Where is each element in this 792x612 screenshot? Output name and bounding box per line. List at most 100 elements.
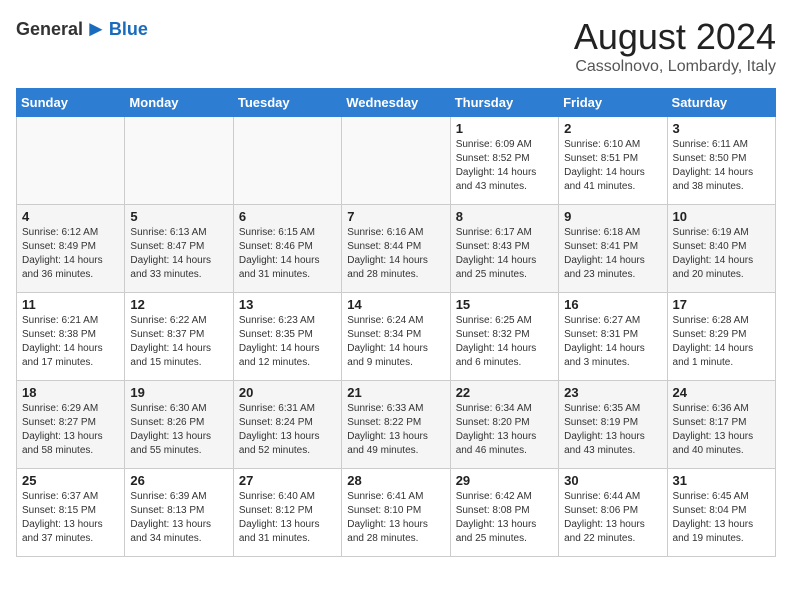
day-info: Sunrise: 6:21 AM Sunset: 8:38 PM Dayligh… xyxy=(22,314,119,370)
calendar-day-cell: 31 Sunrise: 6:45 AM Sunset: 8:04 PM Dayli… xyxy=(667,469,775,557)
logo-bird-icon: ► xyxy=(85,16,107,42)
day-info: Sunrise: 6:16 AM Sunset: 8:44 PM Dayligh… xyxy=(347,226,444,282)
calendar-day-cell: 14 Sunrise: 6:24 AM Sunset: 8:34 PM Dayli… xyxy=(342,293,450,381)
title-area: August 2024 Cassolnovo, Lombardy, Italy xyxy=(574,16,776,76)
calendar-day-cell xyxy=(233,117,341,205)
day-info: Sunrise: 6:37 AM Sunset: 8:15 PM Dayligh… xyxy=(22,490,119,546)
day-number: 27 xyxy=(239,473,336,488)
day-number: 19 xyxy=(130,385,227,400)
calendar-day-cell: 9Sunrise: 6:18 AM Sunset: 8:41 PM Daylig… xyxy=(559,205,667,293)
day-number: 31 xyxy=(673,473,770,488)
calendar-day-cell: 15Sunrise: 6:25 AM Sunset: 8:32 PM Dayli… xyxy=(450,293,558,381)
day-number: 16 xyxy=(564,297,661,312)
day-info: Sunrise: 6:34 AM Sunset: 8:20 PM Dayligh… xyxy=(456,402,553,458)
day-info: Sunrise: 6:10 AM Sunset: 8:51 PM Dayligh… xyxy=(564,138,661,194)
day-info: Sunrise: 6:35 AM Sunset: 8:19 PM Dayligh… xyxy=(564,402,661,458)
day-number: 15 xyxy=(456,297,553,312)
calendar-day-cell: 27 Sunrise: 6:40 AM Sunset: 8:12 PM Dayli… xyxy=(233,469,341,557)
header: General ► Blue August 2024 Cassolnovo, L… xyxy=(16,16,776,76)
calendar-day-cell xyxy=(17,117,125,205)
calendar-day-cell: 8 Sunrise: 6:17 AM Sunset: 8:43 PM Daylig… xyxy=(450,205,558,293)
calendar-header-row: SundayMondayTuesdayWednesdayThursdayFrid… xyxy=(17,89,776,117)
day-info: Sunrise: 6:09 AM Sunset: 8:52 PM Dayligh… xyxy=(456,138,553,194)
logo: General ► Blue xyxy=(16,16,148,42)
calendar-body: 1Sunrise: 6:09 AM Sunset: 8:52 PM Daylig… xyxy=(17,117,776,557)
day-info: Sunrise: 6:11 AM Sunset: 8:50 PM Dayligh… xyxy=(673,138,770,194)
day-info: Sunrise: 6:45 AM Sunset: 8:04 PM Dayligh… xyxy=(673,490,770,546)
calendar-week-row: 1Sunrise: 6:09 AM Sunset: 8:52 PM Daylig… xyxy=(17,117,776,205)
day-number: 28 xyxy=(347,473,444,488)
calendar-day-cell: 25 Sunrise: 6:37 AM Sunset: 8:15 PM Dayli… xyxy=(17,469,125,557)
calendar-day-cell: 3Sunrise: 6:11 AM Sunset: 8:50 PM Daylig… xyxy=(667,117,775,205)
calendar-week-row: 11Sunrise: 6:21 AM Sunset: 8:38 PM Dayli… xyxy=(17,293,776,381)
calendar-day-cell xyxy=(125,117,233,205)
day-info: Sunrise: 6:39 AM Sunset: 8:13 PM Dayligh… xyxy=(130,490,227,546)
calendar-header-cell: Tuesday xyxy=(233,89,341,117)
day-info: Sunrise: 6:18 AM Sunset: 8:41 PM Dayligh… xyxy=(564,226,661,282)
calendar-day-cell: 13Sunrise: 6:23 AM Sunset: 8:35 PM Dayli… xyxy=(233,293,341,381)
day-info: Sunrise: 6:33 AM Sunset: 8:22 PM Dayligh… xyxy=(347,402,444,458)
calendar-week-row: 18 Sunrise: 6:29 AM Sunset: 8:27 PM Dayli… xyxy=(17,381,776,469)
calendar-header-cell: Saturday xyxy=(667,89,775,117)
calendar-day-cell: 16 Sunrise: 6:27 AM Sunset: 8:31 PM Dayli… xyxy=(559,293,667,381)
calendar-day-cell: 29 Sunrise: 6:42 AM Sunset: 8:08 PM Dayli… xyxy=(450,469,558,557)
day-number: 8 xyxy=(456,209,553,224)
calendar-day-cell: 5 Sunrise: 6:13 AM Sunset: 8:47 PM Daylig… xyxy=(125,205,233,293)
calendar-day-cell: 18 Sunrise: 6:29 AM Sunset: 8:27 PM Dayli… xyxy=(17,381,125,469)
calendar-day-cell: 26 Sunrise: 6:39 AM Sunset: 8:13 PM Dayli… xyxy=(125,469,233,557)
calendar-day-cell: 7 Sunrise: 6:16 AM Sunset: 8:44 PM Daylig… xyxy=(342,205,450,293)
day-info: Sunrise: 6:30 AM Sunset: 8:26 PM Dayligh… xyxy=(130,402,227,458)
day-number: 18 xyxy=(22,385,119,400)
day-info: Sunrise: 6:31 AM Sunset: 8:24 PM Dayligh… xyxy=(239,402,336,458)
logo-blue-text: Blue xyxy=(109,19,148,40)
day-info: Sunrise: 6:27 AM Sunset: 8:31 PM Dayligh… xyxy=(564,314,661,370)
day-info: Sunrise: 6:22 AM Sunset: 8:37 PM Dayligh… xyxy=(130,314,227,370)
day-info: Sunrise: 6:42 AM Sunset: 8:08 PM Dayligh… xyxy=(456,490,553,546)
day-number: 2 xyxy=(564,121,661,136)
calendar-table: SundayMondayTuesdayWednesdayThursdayFrid… xyxy=(16,88,776,557)
calendar-header-cell: Sunday xyxy=(17,89,125,117)
calendar-header-cell: Wednesday xyxy=(342,89,450,117)
calendar-day-cell: 1Sunrise: 6:09 AM Sunset: 8:52 PM Daylig… xyxy=(450,117,558,205)
day-number: 12 xyxy=(130,297,227,312)
calendar-day-cell xyxy=(342,117,450,205)
calendar-day-cell: 2 Sunrise: 6:10 AM Sunset: 8:51 PM Daylig… xyxy=(559,117,667,205)
day-info: Sunrise: 6:36 AM Sunset: 8:17 PM Dayligh… xyxy=(673,402,770,458)
day-info: Sunrise: 6:13 AM Sunset: 8:47 PM Dayligh… xyxy=(130,226,227,282)
day-info: Sunrise: 6:19 AM Sunset: 8:40 PM Dayligh… xyxy=(673,226,770,282)
day-info: Sunrise: 6:44 AM Sunset: 8:06 PM Dayligh… xyxy=(564,490,661,546)
day-number: 14 xyxy=(347,297,444,312)
calendar-day-cell: 19 Sunrise: 6:30 AM Sunset: 8:26 PM Dayli… xyxy=(125,381,233,469)
day-number: 25 xyxy=(22,473,119,488)
day-number: 23 xyxy=(564,385,661,400)
calendar-week-row: 4Sunrise: 6:12 AM Sunset: 8:49 PM Daylig… xyxy=(17,205,776,293)
day-info: Sunrise: 6:15 AM Sunset: 8:46 PM Dayligh… xyxy=(239,226,336,282)
calendar-day-cell: 6Sunrise: 6:15 AM Sunset: 8:46 PM Daylig… xyxy=(233,205,341,293)
day-number: 30 xyxy=(564,473,661,488)
calendar-week-row: 25 Sunrise: 6:37 AM Sunset: 8:15 PM Dayli… xyxy=(17,469,776,557)
calendar-day-cell: 22 Sunrise: 6:34 AM Sunset: 8:20 PM Dayli… xyxy=(450,381,558,469)
day-info: Sunrise: 6:40 AM Sunset: 8:12 PM Dayligh… xyxy=(239,490,336,546)
day-info: Sunrise: 6:29 AM Sunset: 8:27 PM Dayligh… xyxy=(22,402,119,458)
day-number: 7 xyxy=(347,209,444,224)
day-info: Sunrise: 6:17 AM Sunset: 8:43 PM Dayligh… xyxy=(456,226,553,282)
calendar-header-cell: Monday xyxy=(125,89,233,117)
day-info: Sunrise: 6:41 AM Sunset: 8:10 PM Dayligh… xyxy=(347,490,444,546)
day-info: Sunrise: 6:23 AM Sunset: 8:35 PM Dayligh… xyxy=(239,314,336,370)
calendar-day-cell: 12 Sunrise: 6:22 AM Sunset: 8:37 PM Dayli… xyxy=(125,293,233,381)
calendar-day-cell: 20 Sunrise: 6:31 AM Sunset: 8:24 PM Dayli… xyxy=(233,381,341,469)
day-number: 17 xyxy=(673,297,770,312)
day-number: 20 xyxy=(239,385,336,400)
day-number: 22 xyxy=(456,385,553,400)
day-info: Sunrise: 6:28 AM Sunset: 8:29 PM Dayligh… xyxy=(673,314,770,370)
day-number: 29 xyxy=(456,473,553,488)
day-number: 10 xyxy=(673,209,770,224)
day-number: 26 xyxy=(130,473,227,488)
day-info: Sunrise: 6:24 AM Sunset: 8:34 PM Dayligh… xyxy=(347,314,444,370)
calendar-day-cell: 23 Sunrise: 6:35 AM Sunset: 8:19 PM Dayli… xyxy=(559,381,667,469)
day-number: 5 xyxy=(130,209,227,224)
day-info: Sunrise: 6:12 AM Sunset: 8:49 PM Dayligh… xyxy=(22,226,119,282)
day-number: 24 xyxy=(673,385,770,400)
logo-general-text: General xyxy=(16,19,83,40)
calendar-day-cell: 28 Sunrise: 6:41 AM Sunset: 8:10 PM Dayli… xyxy=(342,469,450,557)
